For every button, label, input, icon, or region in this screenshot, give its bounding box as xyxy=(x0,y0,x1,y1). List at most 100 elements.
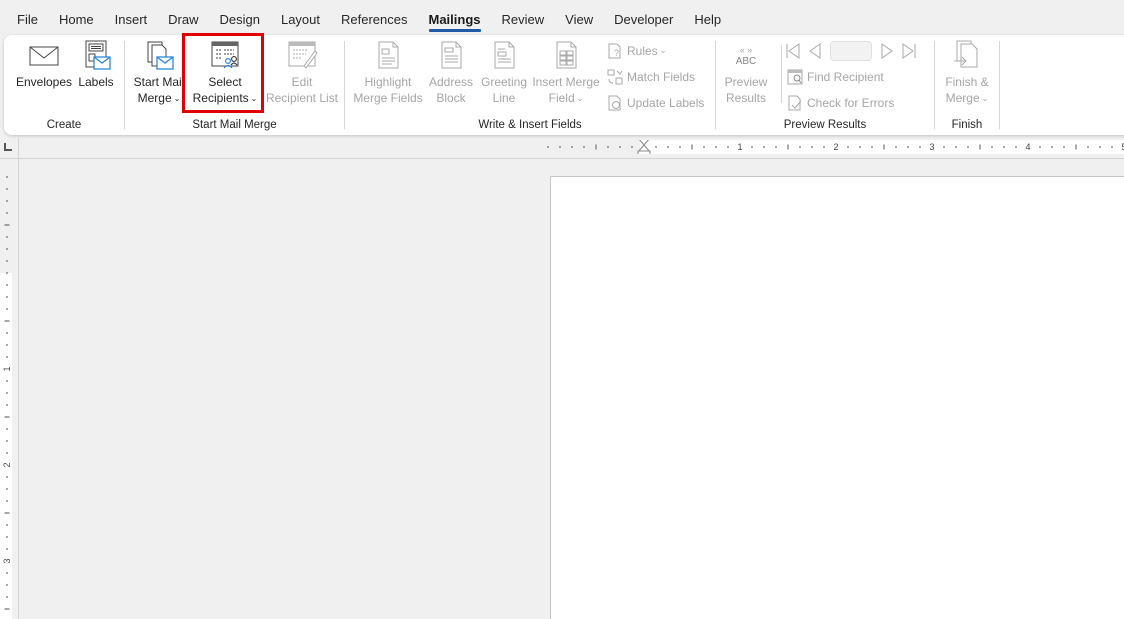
start-mail-merge-line2: Merge xyxy=(137,91,172,105)
tab-references[interactable]: References xyxy=(341,0,407,38)
group-preview-results: « » ABC Preview Results Find Recipient C… xyxy=(716,35,934,135)
highlight-merge-fields-button[interactable]: Highlight Merge Fields xyxy=(351,39,425,106)
last-record-icon[interactable] xyxy=(902,43,916,59)
preview-results-line2: Results xyxy=(725,91,766,105)
rules-button[interactable]: ? Rules ⌄ xyxy=(607,41,666,61)
address-block-icon xyxy=(441,41,462,69)
edit-recipient-list-button[interactable]: Edit Recipient List xyxy=(262,39,342,106)
tab-view[interactable]: View xyxy=(565,0,593,38)
rules-label: Rules xyxy=(627,44,658,58)
group-start-mail-merge: Start Mail Merge ⌄ Select Recipients ⌄ E… xyxy=(125,35,344,135)
preview-results-line1: Preview xyxy=(724,75,768,89)
tab-design[interactable]: Design xyxy=(220,0,260,38)
start-mail-merge-line1: Start Mail xyxy=(133,75,185,89)
envelopes-button[interactable]: Envelopes xyxy=(14,39,74,90)
greeting-line-line2: Line xyxy=(492,91,516,105)
preview-results-button[interactable]: « » ABC Preview Results xyxy=(720,39,772,106)
tab-insert[interactable]: Insert xyxy=(115,0,148,38)
address-block-button[interactable]: Address Block xyxy=(427,39,475,106)
find-recipient-button[interactable]: Find Recipient xyxy=(787,67,884,87)
insert-merge-field-button[interactable]: Insert Merge Field ⌄ xyxy=(531,39,601,108)
record-navigation xyxy=(786,41,916,61)
tab-review[interactable]: Review xyxy=(502,0,545,38)
labels-button[interactable]: Labels xyxy=(76,39,116,90)
start-mail-merge-button[interactable]: Start Mail Merge ⌄ xyxy=(130,39,188,108)
finish-merge-button[interactable]: Finish & Merge ⌄ xyxy=(939,39,995,108)
group-finish: Finish & Merge ⌄ Finish xyxy=(935,35,999,135)
chevron-down-icon: ⌄ xyxy=(659,45,667,55)
edit-recipient-list-line1: Edit xyxy=(291,75,313,89)
ruler-number: 3 xyxy=(929,142,934,152)
ruler-text-area xyxy=(640,140,1124,154)
tab-mailings[interactable]: Mailings xyxy=(428,0,481,38)
tab-draw[interactable]: Draw xyxy=(168,0,198,38)
match-fields-label: Match Fields xyxy=(627,70,696,84)
ruler-number: 3 xyxy=(2,558,12,563)
ruler-text-area xyxy=(0,273,12,619)
find-recipient-icon xyxy=(787,69,803,85)
match-fields-button[interactable]: Match Fields xyxy=(607,67,695,87)
update-labels-icon xyxy=(608,95,621,111)
ruler-number: 2 xyxy=(833,142,838,152)
greeting-line-line1: Greeting xyxy=(480,75,528,89)
group-write-insert-fields: Highlight Merge Fields Address Block Gre… xyxy=(345,35,715,135)
insert-merge-field-line2: Field xyxy=(548,91,575,105)
tab-layout[interactable]: Layout xyxy=(281,0,320,38)
abc-text: ABC xyxy=(735,56,757,67)
document-page[interactable] xyxy=(550,176,1124,619)
preview-separator xyxy=(781,45,782,103)
first-record-icon[interactable] xyxy=(786,43,800,59)
insert-merge-field-line1: Insert Merge xyxy=(532,75,600,89)
highlight-line2: Merge Fields xyxy=(353,91,423,105)
edit-recipient-list-icon xyxy=(288,41,318,69)
tab-file[interactable]: File xyxy=(17,0,38,38)
highlight-line1: Highlight xyxy=(364,75,412,89)
address-block-line2: Block xyxy=(436,91,466,105)
group-separator xyxy=(999,41,1000,129)
select-recipients-icon xyxy=(211,41,239,69)
group-label-finish: Finish xyxy=(951,119,983,131)
tab-help[interactable]: Help xyxy=(694,0,721,38)
ruler-number: 4 xyxy=(1025,142,1030,152)
ribbon: Envelopes Labels Create Start Mail Merge… xyxy=(4,35,1124,135)
chevron-down-icon: ⌄ xyxy=(981,94,989,103)
address-block-line1: Address xyxy=(428,75,474,89)
tab-home[interactable]: Home xyxy=(59,0,94,38)
ruler-number: 1 xyxy=(2,366,12,371)
edit-recipient-list-line2: Recipient List xyxy=(265,91,339,105)
labels-label: Labels xyxy=(78,75,114,89)
update-labels-button[interactable]: Update Labels xyxy=(607,93,704,113)
check-for-errors-button[interactable]: Check for Errors xyxy=(787,93,894,113)
rules-icon: ? xyxy=(608,43,621,59)
select-recipients-button[interactable]: Select Recipients ⌄ xyxy=(187,39,263,108)
start-mail-merge-icon xyxy=(147,41,174,70)
group-label-write-insert-fields: Write & Insert Fields xyxy=(478,119,582,131)
vertical-ruler[interactable]: 1 2 3 xyxy=(0,160,13,619)
chevron-down-icon: ⌄ xyxy=(173,94,181,103)
tab-developer[interactable]: Developer xyxy=(614,0,673,38)
svg-text:?: ? xyxy=(614,48,619,58)
match-fields-icon xyxy=(607,69,623,85)
find-recipient-label: Find Recipient xyxy=(807,70,884,84)
finish-merge-line2: Merge xyxy=(945,91,980,105)
check-errors-icon xyxy=(788,95,802,111)
group-label-create: Create xyxy=(46,119,82,131)
check-for-errors-label: Check for Errors xyxy=(807,96,895,110)
tab-selector[interactable] xyxy=(4,143,12,151)
horizontal-ruler[interactable]: 12345 xyxy=(545,140,1124,154)
ruler-number: 1 xyxy=(737,142,742,152)
greeting-line-button[interactable]: Greeting Line xyxy=(478,39,530,106)
select-recipients-line1: Select xyxy=(208,75,242,89)
next-record-icon[interactable] xyxy=(880,43,894,59)
group-label-start-mail-merge: Start Mail Merge xyxy=(192,119,277,131)
record-number-input[interactable] xyxy=(830,41,872,61)
ribbon-tabs: File Home Insert Draw Design Layout Refe… xyxy=(0,0,1124,38)
chevron-down-icon: ⌄ xyxy=(250,94,258,103)
update-labels-label: Update Labels xyxy=(627,96,705,110)
select-recipients-line2: Recipients xyxy=(192,91,249,105)
word-window: File Home Insert Draw Design Layout Refe… xyxy=(0,0,1124,619)
chevron-down-icon: ⌄ xyxy=(576,94,584,103)
previous-record-icon[interactable] xyxy=(808,43,822,59)
finish-merge-icon xyxy=(954,40,978,68)
preview-abc-icon: « » ABC xyxy=(735,45,757,67)
